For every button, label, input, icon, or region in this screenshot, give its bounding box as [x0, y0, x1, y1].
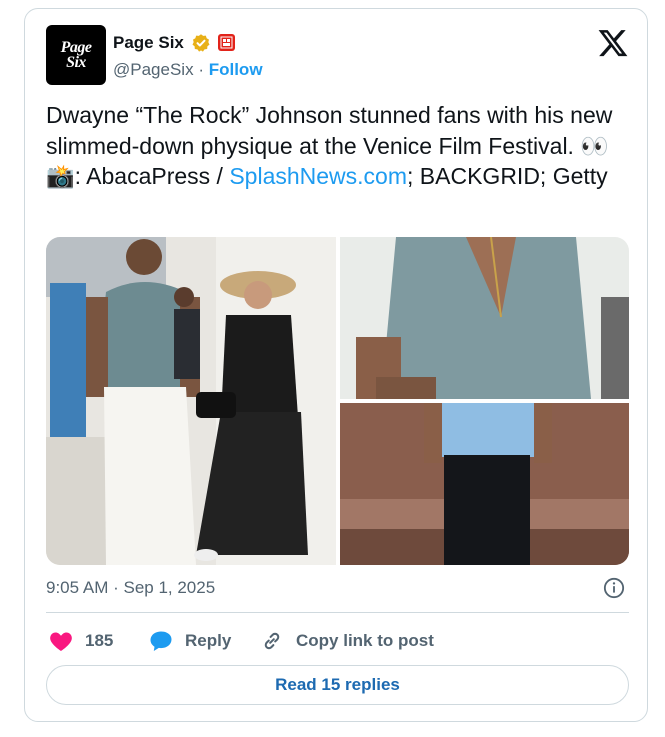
like-button[interactable]: 185	[49, 626, 113, 656]
follow-button[interactable]: Follow	[209, 60, 263, 79]
reply-label: Reply	[185, 631, 232, 650]
like-count: 185	[85, 631, 114, 650]
link-icon	[264, 632, 280, 650]
read-replies-label: Read 15 replies	[275, 675, 400, 694]
post-card: Page Six Page Six @PageSix · Follow Dway…	[24, 8, 648, 722]
post-text-credits: ; BACKGRID; Getty	[407, 163, 608, 189]
copy-link-button[interactable]: Copy link to post	[260, 626, 434, 656]
verified-badge-icon	[192, 34, 210, 52]
photo-couple[interactable]	[46, 237, 336, 565]
post-timestamp[interactable]: 9:05 AM · Sep 1, 2025	[46, 578, 215, 598]
avatar-text-six: Six	[66, 54, 86, 71]
photo-blue-shirt[interactable]	[340, 403, 629, 565]
account-name[interactable]: Page Six	[113, 33, 184, 53]
account-handle[interactable]: @PageSix	[113, 60, 194, 79]
handle-separator: ·	[198, 60, 204, 79]
media-grid[interactable]	[46, 237, 629, 565]
heart-icon	[50, 632, 72, 651]
read-replies-button[interactable]: Read 15 replies	[46, 665, 629, 705]
x-logo-icon[interactable]	[597, 27, 629, 59]
post-text: Dwayne “The Rock” Johnson stunned fans w…	[46, 100, 626, 192]
avatar[interactable]: Page Six	[46, 25, 106, 85]
divider	[46, 612, 629, 613]
photo-shirt-closeup[interactable]	[340, 237, 629, 399]
affiliate-badge-icon	[218, 34, 235, 51]
info-icon[interactable]	[603, 577, 625, 599]
handle-line: @PageSix · Follow	[113, 60, 263, 80]
reply-button[interactable]: Reply	[149, 626, 231, 656]
reply-bubble-icon	[150, 631, 172, 651]
copy-link-label: Copy link to post	[296, 631, 434, 650]
avatar-text-page: Page	[60, 39, 92, 56]
splashnews-link[interactable]: SplashNews.com	[229, 163, 407, 189]
